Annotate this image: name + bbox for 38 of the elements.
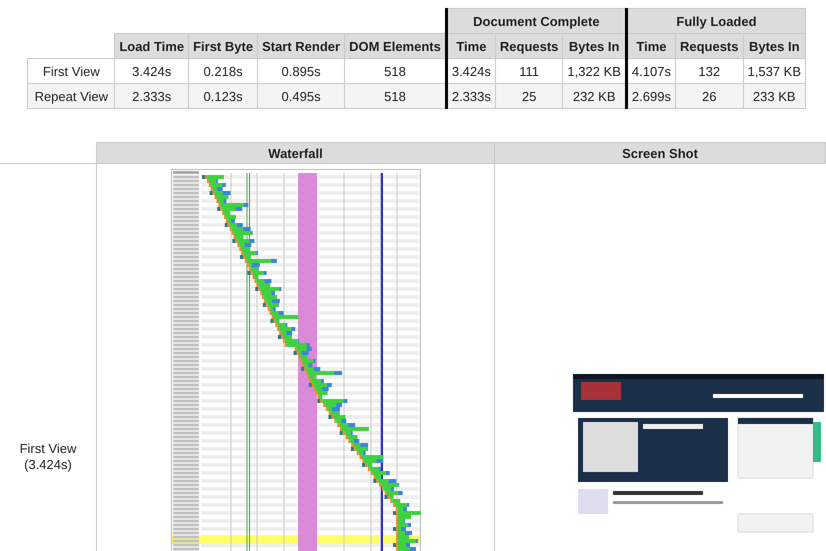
column-header: Time: [446, 34, 496, 58]
column-header: Waterfall: [96, 142, 495, 164]
table-cell: 0.123s: [188, 84, 258, 108]
column-header: Load Time: [114, 34, 189, 58]
column-group-header: Fully Loaded: [626, 8, 806, 34]
table-cell: 233 KB: [743, 84, 806, 108]
table-cell: 26: [675, 84, 743, 108]
column-header: Screen Shot: [495, 142, 826, 164]
row-label: First View: [28, 58, 115, 84]
table-cell: 232 KB: [562, 84, 626, 108]
column-header: First Byte: [188, 34, 258, 58]
table-cell: 3.424s: [114, 58, 189, 84]
table-cell: 132: [675, 58, 743, 84]
table-cell: 0.218s: [188, 58, 258, 84]
column-header: Start Render: [258, 34, 345, 58]
column-group-header: Document Complete: [446, 8, 626, 34]
table-cell: 3.424s: [446, 58, 496, 84]
table-cell: 1,322 KB: [562, 58, 626, 84]
table-cell: 1,537 KB: [743, 58, 806, 84]
row-sublabel: (3.424s): [24, 457, 72, 473]
table-cell: 4.107s: [626, 58, 676, 84]
column-header: Requests: [675, 34, 743, 58]
column-header: DOM Elements: [344, 34, 446, 58]
table-cell: 518: [344, 84, 446, 108]
row-label: First View: [20, 441, 76, 457]
column-header: Bytes In: [562, 34, 626, 58]
table-cell: 0.895s: [258, 58, 345, 84]
table-cell: 0.495s: [258, 84, 345, 108]
column-header: Requests: [495, 34, 563, 58]
table-cell: 25: [495, 84, 563, 108]
table-cell: 2.699s: [626, 84, 676, 108]
table-cell: 111: [495, 58, 563, 84]
table-cell: 518: [344, 58, 446, 84]
column-header: Time: [626, 34, 676, 58]
column-header: Bytes In: [743, 34, 806, 58]
table-cell: 2.333s: [446, 84, 496, 108]
table-cell: 2.333s: [114, 84, 189, 108]
row-label: Repeat View: [28, 84, 115, 108]
